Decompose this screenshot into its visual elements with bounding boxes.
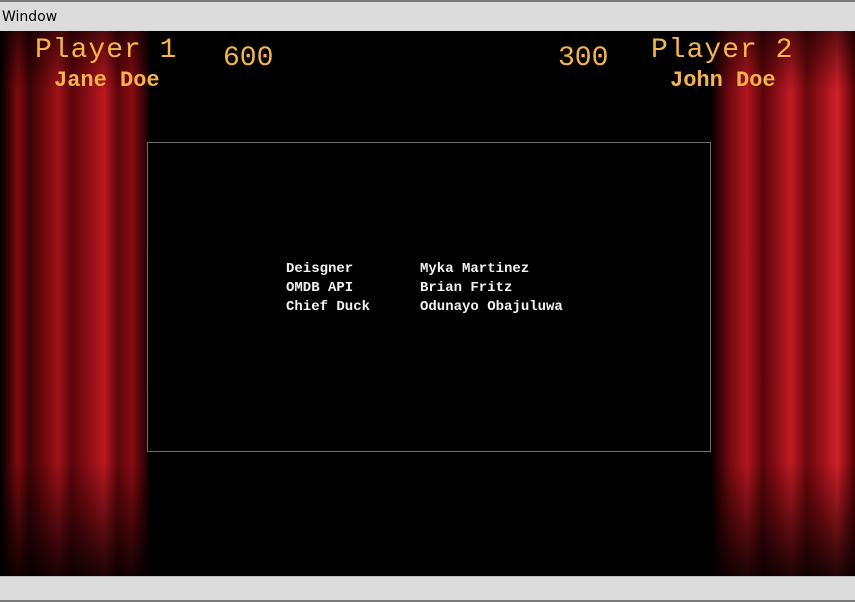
player1-label: Player 1 xyxy=(35,35,178,66)
player2-score: 300 xyxy=(558,43,609,74)
credit-role: OMDB API xyxy=(286,280,354,296)
credit-role: Deisgner xyxy=(286,261,354,277)
credit-person: Odunayo Obajuluwa xyxy=(420,299,563,315)
window-titlebar[interactable]: Window xyxy=(0,2,855,31)
player1-name: Jane Doe xyxy=(54,68,160,93)
player2-label: Player 2 xyxy=(651,35,794,66)
credit-role: Chief Duck xyxy=(286,299,371,315)
credit-person: Brian Fritz xyxy=(420,280,513,296)
window-statusbar xyxy=(0,576,855,600)
left-curtain xyxy=(0,31,150,576)
right-curtain xyxy=(711,31,855,576)
player1-score: 600 xyxy=(223,43,274,74)
credit-row: OMDB API Brian Fritz xyxy=(286,279,563,298)
window-title: Window xyxy=(2,9,58,25)
game-stage: Player 1 Jane Doe 600 300 Player 2 John … xyxy=(0,31,855,576)
player2-name: John Doe xyxy=(670,68,776,93)
credit-person: Myka Martinez xyxy=(420,261,530,277)
credit-row: Deisgner Myka Martinez xyxy=(286,260,563,279)
credits-list: Deisgner Myka Martinez OMDB API Brian Frit… xyxy=(286,260,563,317)
credits-screen: Deisgner Myka Martinez OMDB API Brian Frit… xyxy=(147,142,711,452)
credit-row: Chief Duck Odunayo Obajuluwa xyxy=(286,298,563,317)
